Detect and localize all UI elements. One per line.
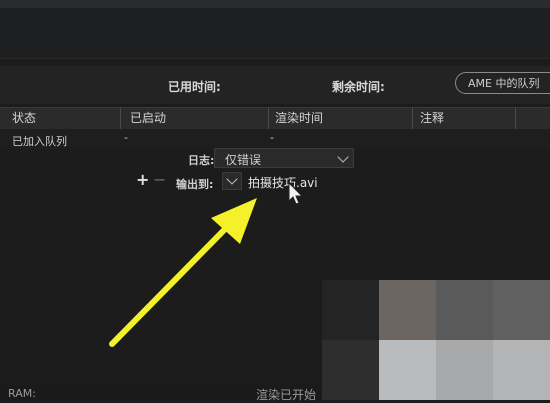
pixelated-region	[322, 280, 550, 400]
ram-label: RAM:	[8, 387, 36, 400]
render-status-text: 渲染已开始	[256, 388, 317, 402]
cursor-icon	[288, 182, 304, 205]
